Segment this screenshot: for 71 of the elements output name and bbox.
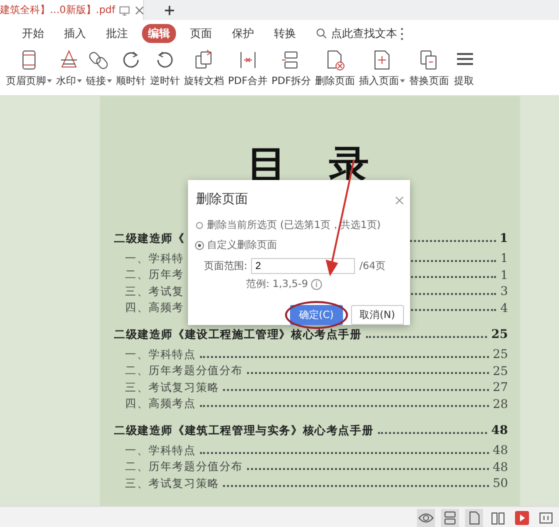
page-number: 48 — [492, 443, 508, 458]
toolbar-button[interactable]: 链接 — [86, 47, 112, 88]
toc-entry[interactable]: 四、高频考 — [125, 300, 184, 316]
toc-entry[interactable]: 二级建造师《建筑工程管理与实务》核心考点手册 — [114, 422, 374, 438]
dialog-title: 删除页面 — [196, 191, 248, 208]
toolbar-button[interactable]: 水印 — [56, 47, 82, 88]
radio-button[interactable] — [196, 222, 203, 228]
page-number: 1 — [500, 251, 508, 266]
menu-tab[interactable]: 转换 — [268, 24, 302, 43]
toolbar-button[interactable]: 删除页面 — [314, 47, 355, 88]
menu-tab[interactable]: 批注 — [100, 24, 134, 43]
page-count: /64页 — [359, 260, 386, 273]
page-number: 48 — [491, 423, 508, 437]
toolbar-button[interactable]: PDF合并 — [228, 47, 268, 88]
toc-entry[interactable]: 一、学科特 — [125, 250, 184, 266]
field-label: 页面范围: — [204, 260, 248, 273]
highlight-ring — [284, 301, 348, 329]
toolbar-button[interactable]: 页眉页脚 — [6, 47, 52, 88]
page-number: 25 — [491, 327, 508, 341]
page-number: 4 — [500, 300, 508, 315]
page-number: 28 — [492, 396, 508, 411]
page-number: 25 — [492, 347, 508, 362]
menu-tab[interactable]: 插入 — [58, 24, 92, 43]
page-number: 48 — [492, 460, 508, 474]
page-number: 50 — [492, 476, 508, 490]
close-icon[interactable] — [395, 196, 404, 205]
page-number: 1 — [500, 268, 508, 282]
toc-entry[interactable]: 一、学科特点 — [125, 346, 196, 362]
page-number: 25 — [492, 364, 508, 378]
close-icon[interactable] — [134, 4, 146, 16]
toolbar-button[interactable]: 提取 — [452, 47, 475, 88]
menu-tab[interactable]: 保护 — [226, 24, 260, 43]
page-range-field[interactable]: 2 — [251, 258, 356, 274]
single-page-icon[interactable] — [465, 508, 483, 526]
page-number: 27 — [492, 380, 508, 394]
confirm-button[interactable]: 确定(C) — [290, 305, 343, 325]
toolbar-button[interactable]: 插入页面 — [358, 47, 405, 88]
toc-entry[interactable]: 三、考试复 — [125, 284, 184, 299]
toolbar-button[interactable]: PDF拆分 — [271, 47, 311, 88]
play-icon[interactable] — [513, 508, 531, 526]
toc-entry[interactable]: 四、高频考点 — [125, 396, 196, 412]
search-icon — [316, 28, 327, 39]
option-label: 删除当前所选页 (已选第1页，共选1页) — [207, 218, 381, 232]
more-icon[interactable] — [400, 26, 404, 40]
toolbar-button[interactable]: 旋转文档 — [184, 47, 224, 88]
toc-entry[interactable]: 一、学科特点 — [125, 442, 196, 458]
toc-entry[interactable]: 二、历年考 — [125, 267, 184, 282]
page-number: 3 — [500, 284, 508, 298]
toc-entry[interactable]: 二、历年考题分值分布 — [125, 363, 243, 378]
toc-entry[interactable]: 三、考试复习策略 — [125, 380, 220, 395]
example-hint: 范例: 1,3,5-9 — [246, 278, 308, 291]
toc-entry[interactable]: 二、历年考题分值分布 — [125, 459, 243, 474]
info-icon[interactable]: i — [310, 278, 322, 290]
search-field[interactable]: 点此查找文本 — [316, 26, 397, 41]
link-icon — [88, 49, 110, 71]
toolbar-button[interactable]: 替换页面 — [408, 47, 449, 88]
continuous-page-icon[interactable] — [441, 508, 459, 526]
toc-entry[interactable]: 二级建造师《 — [114, 230, 185, 246]
page-number: 1 — [500, 231, 508, 245]
toc-entry[interactable]: 三、考试复习策略 — [125, 476, 220, 491]
monitor-icon[interactable] — [119, 4, 130, 16]
cancel-button[interactable]: 取消(N) — [350, 305, 404, 325]
option-label: 自定义删除页面 — [207, 238, 277, 252]
toc-entry[interactable]: 二级建造师《建设工程施工管理》核心考点手册 — [114, 326, 362, 342]
toolbar-button[interactable]: 逆时针 — [150, 47, 180, 88]
new-tab-icon[interactable] — [164, 4, 175, 16]
toolbar-button[interactable]: 顺时针 — [116, 47, 146, 88]
menu-tab[interactable]: 编辑 — [142, 24, 176, 43]
menu-tab[interactable]: 开始 — [16, 24, 50, 43]
eye-icon[interactable] — [417, 508, 435, 526]
menu-tab[interactable]: 页面 — [184, 24, 218, 43]
